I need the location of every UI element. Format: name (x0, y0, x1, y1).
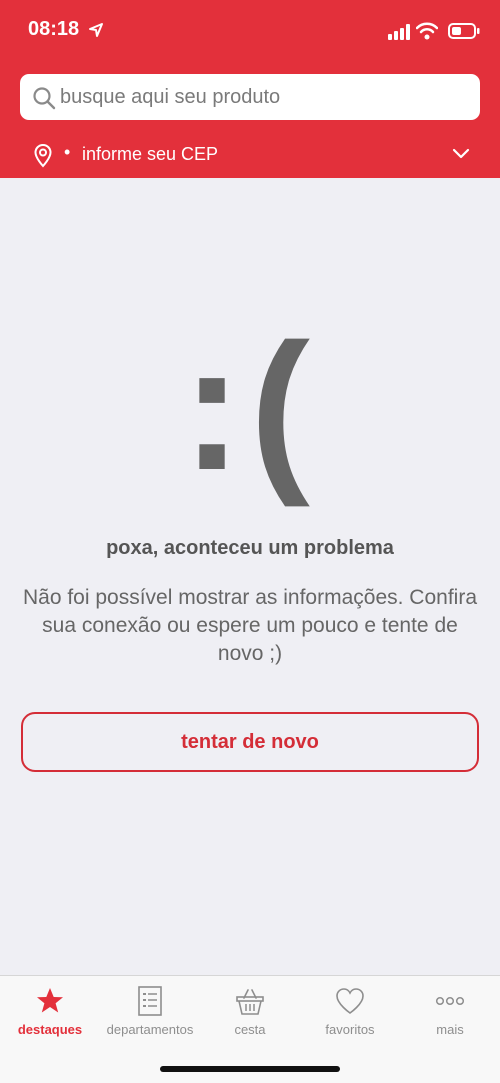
wifi-icon (416, 22, 438, 40)
cep-bullet: • (64, 142, 71, 162)
app-header: 08:18 busque aqui seu produto • informe … (0, 0, 500, 178)
tab-mais[interactable]: mais (400, 976, 500, 1046)
retry-button[interactable]: tentar de novo (21, 712, 479, 772)
sad-face-emoticon: :( (182, 307, 318, 508)
tab-cesta[interactable]: cesta (200, 976, 300, 1046)
tab-label: cesta (234, 1022, 266, 1037)
tab-label: mais (436, 1022, 464, 1037)
battery-icon (448, 23, 480, 39)
tab-label: destaques (17, 1022, 83, 1037)
tab-favoritos[interactable]: favoritos (300, 976, 400, 1046)
star-icon (37, 988, 63, 1013)
error-message: Não foi possível mostrar as informações.… (22, 586, 477, 665)
more-icon (435, 996, 465, 1006)
status-time: 08:18 (28, 18, 80, 40)
search-placeholder: busque aqui seu produto (60, 86, 281, 108)
search-bar[interactable]: busque aqui seu produto (20, 74, 480, 120)
cep-label: informe seu CEP (82, 144, 219, 164)
cep-selector[interactable]: • informe seu CEP (0, 134, 500, 178)
tab-label: departamentos (106, 1022, 194, 1037)
search-icon (33, 87, 56, 110)
tab-departamentos[interactable]: departamentos (100, 976, 200, 1046)
tab-label: favoritos (325, 1022, 375, 1037)
cellular-signal-icon (388, 24, 410, 40)
location-pin-icon (34, 144, 52, 168)
location-arrow-icon (89, 23, 103, 37)
tab-destaques[interactable]: destaques (0, 976, 100, 1046)
error-title: poxa, aconteceu um problema (106, 537, 394, 559)
basket-icon (236, 989, 264, 1015)
chevron-down-icon (452, 148, 470, 159)
heart-icon (336, 988, 364, 1014)
list-icon (138, 986, 162, 1016)
home-indicator (160, 1066, 340, 1072)
status-bar: 08:18 (0, 0, 500, 64)
